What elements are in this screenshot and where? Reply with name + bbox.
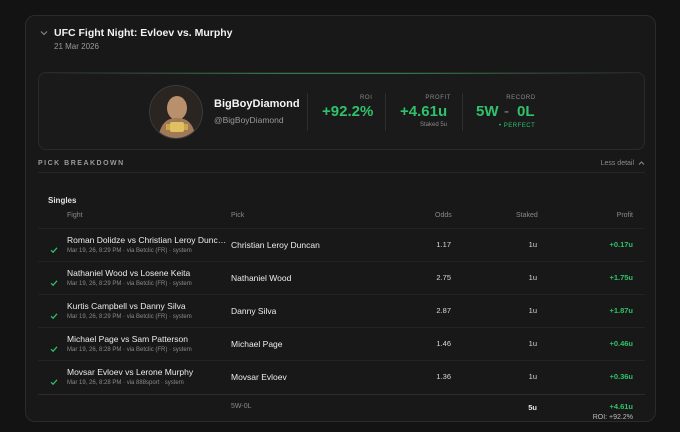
event-card: UFC Fight Night: Evloev vs. Murphy 21 Ma… (25, 15, 656, 422)
pick-odds: 2.87 (436, 306, 451, 315)
check-icon (50, 274, 58, 287)
record-wins: 5W (476, 103, 499, 120)
record-label: RECORD (506, 95, 536, 101)
divider (385, 93, 386, 131)
profit-label: PROFIT (425, 95, 451, 101)
pick-staked: 1u (528, 306, 537, 315)
pick-selection: Christian Leroy Duncan (231, 240, 320, 250)
pick-breakdown-header: PICK BREAKDOWN Less detail (38, 157, 645, 173)
pick-meta: Mar 19, 26, 8:29 PM · via Betclic (FR) ·… (67, 314, 192, 320)
check-icon (50, 241, 58, 254)
divider (307, 93, 308, 131)
pick-staked: 1u (528, 372, 537, 381)
table-row[interactable]: Michael Page vs Sam Patterson Mar 19, 26,… (38, 327, 645, 360)
user-name: BigBoyDiamond (214, 98, 300, 110)
pick-profit: +0.46u (609, 339, 633, 348)
footer-staked: 5u (528, 403, 537, 412)
table-row[interactable]: Movsar Evloev vs Lerone Murphy Mar 19, 26… (38, 360, 645, 393)
col-header-odds: Odds (435, 212, 452, 219)
pick-staked: 1u (528, 273, 537, 282)
pick-odds: 1.46 (436, 339, 451, 348)
col-header-pick: Pick (231, 212, 245, 219)
section-title-singles: Singles (48, 196, 77, 205)
table-row[interactable]: Nathaniel Wood vs Losene Keita Mar 19, 26… (38, 261, 645, 294)
fight-name: Kurtis Campbell vs Danny Silva (67, 301, 186, 311)
pick-meta: Mar 19, 26, 8:28 PM · via 888sport · sys… (67, 380, 184, 386)
pick-selection: Michael Page (231, 339, 283, 349)
pick-meta: Mar 19, 26, 8:29 PM · via Betclic (FR) ·… (67, 281, 192, 287)
event-title: UFC Fight Night: Evloev vs. Murphy (54, 27, 233, 39)
pick-odds: 1.36 (436, 372, 451, 381)
table-row[interactable]: Kurtis Campbell vs Danny Silva Mar 19, 26… (38, 294, 645, 327)
profit-value: +4.61u (400, 103, 448, 120)
roi-label: ROI (360, 95, 373, 101)
pick-profit: +0.17u (609, 240, 633, 249)
fight-name: Movsar Evloev vs Lerone Murphy (67, 367, 194, 377)
record-separator: - (504, 103, 509, 120)
col-header-staked: Staked (516, 212, 538, 219)
pick-selection: Danny Silva (231, 306, 277, 316)
chevron-down-icon[interactable] (40, 29, 48, 37)
pick-meta: Mar 19, 26, 8:29 PM · via Betclic (FR) ·… (67, 248, 192, 254)
divider (38, 172, 645, 173)
fight-name: Roman Dolidze vs Christian Leroy Duncan (67, 235, 227, 245)
check-icon (50, 340, 58, 353)
less-detail-label: Less detail (600, 160, 635, 167)
event-date: 21 Mar 2026 (54, 42, 99, 51)
pick-profit: +1.75u (609, 273, 633, 282)
divider (462, 93, 463, 131)
profile-summary: BigBoyDiamond @BigBoyDiamond ROI +92.2% … (38, 72, 645, 150)
record-losses: 0L (517, 103, 535, 120)
chevron-up-icon (636, 160, 645, 167)
roi-value: +92.2% (322, 103, 374, 120)
check-icon (50, 373, 58, 386)
user-handle: @BigBoyDiamond (214, 115, 284, 125)
pick-meta: Mar 19, 26, 8:28 PM · via Betclic (FR) ·… (67, 347, 192, 353)
pick-breakdown-title: PICK BREAKDOWN (38, 160, 125, 167)
less-detail-toggle[interactable]: Less detail (601, 160, 645, 167)
accent-line (39, 73, 644, 74)
check-icon (50, 307, 58, 320)
pick-odds: 1.17 (436, 240, 451, 249)
fight-name: Michael Page vs Sam Patterson (67, 334, 188, 344)
pick-profit: +1.87u (609, 306, 633, 315)
perfect-badge: • PERFECT (499, 123, 536, 129)
pick-selection: Nathaniel Wood (231, 273, 292, 283)
pick-staked: 1u (528, 240, 537, 249)
pick-odds: 2.75 (436, 273, 451, 282)
footer-profit: +4.61u (609, 402, 633, 411)
avatar[interactable] (149, 85, 203, 139)
col-header-fight: Fight (67, 212, 83, 219)
pick-selection: Movsar Evloev (231, 372, 287, 382)
pick-profit: +0.36u (609, 372, 633, 381)
table-row[interactable]: Roman Dolidze vs Christian Leroy Duncan M… (38, 228, 645, 261)
fight-name: Nathaniel Wood vs Losene Keita (67, 268, 191, 278)
col-header-profit: Profit (616, 212, 633, 219)
footer-record: 5W-0L (231, 403, 252, 410)
staked-total: Staked 5u (420, 122, 448, 128)
table-footer: 5W-0L 5u +4.61u ROI: +92.2% (38, 394, 645, 424)
footer-roi: ROI: +92.2% (592, 414, 633, 421)
pick-staked: 1u (528, 339, 537, 348)
